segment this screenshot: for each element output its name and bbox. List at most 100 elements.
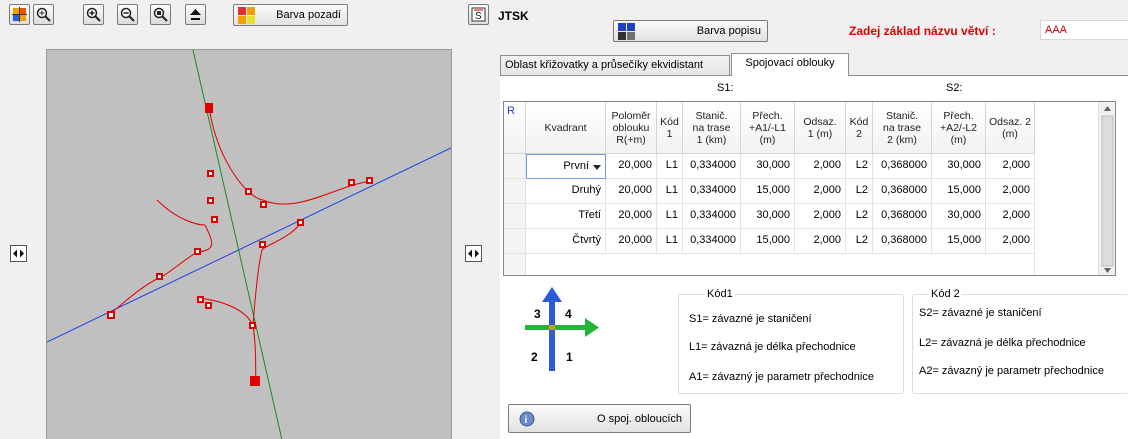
cell-odsaz2[interactable]: 2,000 bbox=[986, 204, 1035, 229]
cell-stanic2[interactable]: 0,368000 bbox=[873, 154, 932, 179]
pan-up-icon bbox=[190, 9, 201, 20]
cell-kvadrant[interactable]: Třetí bbox=[526, 204, 606, 229]
about-curves-label: O spoj. obloucích bbox=[597, 412, 682, 425]
column-header-prech1[interactable]: Přech. +A1/-L1 (m) bbox=[741, 102, 795, 154]
row-header[interactable] bbox=[504, 179, 526, 204]
cell-kod1[interactable]: L1 bbox=[657, 204, 683, 229]
cell-prech1[interactable]: 30,000 bbox=[741, 204, 795, 229]
zoom-in-icon bbox=[86, 7, 101, 22]
column-header-polomer[interactable]: Poloměr oblouku R(+m) bbox=[606, 102, 657, 154]
curve-marker bbox=[259, 241, 266, 248]
cell-stanic1[interactable]: 0,334000 bbox=[683, 154, 741, 179]
cell-odsaz1[interactable]: 2,000 bbox=[795, 154, 846, 179]
kod1-line-l1: L1= závazná je délka přechodnice bbox=[689, 341, 856, 353]
curve-marker bbox=[348, 179, 355, 186]
cell-polomer[interactable]: 20,000 bbox=[606, 204, 657, 229]
zoom-in-button[interactable] bbox=[83, 4, 104, 25]
cell-prech1[interactable]: 15,000 bbox=[741, 229, 795, 254]
kod2-line-l2: L2= závazná je délka přechodnice bbox=[919, 337, 1086, 349]
branch-name-input[interactable]: AAA bbox=[1040, 20, 1128, 40]
snap-button[interactable] bbox=[9, 4, 30, 25]
cell-kod1[interactable]: L1 bbox=[657, 229, 683, 254]
cell-stanic1[interactable]: 0,334000 bbox=[683, 179, 741, 204]
curve-marker bbox=[249, 322, 256, 329]
barva-popisu-label: Barva popisu bbox=[696, 25, 761, 37]
pan-left-icon bbox=[13, 249, 24, 258]
cell-prech2[interactable]: 15,000 bbox=[932, 229, 986, 254]
column-header-kvadrant[interactable]: Kvadrant bbox=[526, 102, 606, 154]
barva-pozadi-label: Barva pozadí bbox=[276, 9, 341, 21]
barva-popisu-button[interactable]: Barva popisu bbox=[613, 20, 768, 42]
cell-kod2[interactable]: L2 bbox=[846, 154, 873, 179]
quadrant-dropdown[interactable]: První bbox=[526, 154, 606, 179]
s2-group-header: S2: bbox=[946, 82, 963, 94]
row-header[interactable] bbox=[504, 204, 526, 229]
cell-stanic2[interactable]: 0,368000 bbox=[873, 229, 932, 254]
about-curves-button[interactable]: i O spoj. obloucích bbox=[508, 404, 691, 433]
curve-arc bbox=[196, 297, 257, 382]
column-header-kod1[interactable]: Kód 1 bbox=[657, 102, 683, 154]
cell-stanic2[interactable]: 0,368000 bbox=[873, 179, 932, 204]
cell-stanic1[interactable]: 0,334000 bbox=[683, 229, 741, 254]
cell-stanic1[interactable]: 0,334000 bbox=[683, 204, 741, 229]
cell-prech1[interactable]: 15,000 bbox=[741, 179, 795, 204]
tab-spojovaci-oblouky[interactable]: Spojovací oblouky bbox=[731, 53, 849, 76]
arrow-up-icon bbox=[542, 287, 562, 302]
zoom-all-button[interactable] bbox=[150, 4, 171, 25]
cell-kod2[interactable]: L2 bbox=[846, 204, 873, 229]
new-row[interactable] bbox=[526, 254, 1035, 275]
curve-arc bbox=[158, 224, 213, 279]
label-color-icon bbox=[618, 22, 635, 40]
branch-prompt-label: Zadej základ názvu větví : bbox=[849, 24, 996, 38]
curve-marker bbox=[260, 201, 267, 208]
column-header-stanic1[interactable]: Stanič. na trase 1 (km) bbox=[683, 102, 741, 154]
connection-curves-table[interactable]: R Kvadrant Poloměr oblouku R(+m) Kód 1 Stan… bbox=[503, 101, 1116, 276]
kod1-title: Kód1 bbox=[705, 288, 735, 300]
svg-text:S: S bbox=[475, 11, 482, 22]
column-header-odsaz1[interactable]: Odsaz. 1 (m) bbox=[795, 102, 846, 154]
cell-kod1[interactable]: L1 bbox=[657, 179, 683, 204]
drawing-canvas[interactable] bbox=[46, 49, 452, 439]
kod1-legend-group: Kód1 S1= závazné je staničení L1= závazn… bbox=[678, 288, 904, 394]
cell-kod1[interactable]: L1 bbox=[657, 154, 683, 179]
curve-marker bbox=[156, 273, 163, 280]
cell-odsaz2[interactable]: 2,000 bbox=[986, 229, 1035, 254]
pan-left-button[interactable] bbox=[10, 245, 27, 262]
zoom-window-button[interactable] bbox=[33, 4, 54, 25]
barva-pozadi-button[interactable]: Barva pozadí bbox=[233, 4, 348, 26]
cell-prech1[interactable]: 30,000 bbox=[741, 154, 795, 179]
s1-group-header: S1: bbox=[717, 82, 734, 94]
cell-polomer[interactable]: 20,000 bbox=[606, 229, 657, 254]
curve-marker bbox=[197, 296, 204, 303]
new-row-header[interactable] bbox=[504, 254, 526, 275]
cell-kvadrant[interactable]: Čtvrtý bbox=[526, 229, 606, 254]
chevron-down-icon[interactable] bbox=[593, 165, 601, 170]
column-header-kod2[interactable]: Kód 2 bbox=[846, 102, 873, 154]
cell-kvadrant[interactable]: Druhý bbox=[526, 179, 606, 204]
pan-up-button[interactable] bbox=[185, 4, 206, 25]
row-header[interactable] bbox=[504, 229, 526, 254]
cell-polomer[interactable]: 20,000 bbox=[606, 179, 657, 204]
zoom-out-button[interactable] bbox=[117, 4, 138, 25]
tab-oblast-krizovatky[interactable]: Oblast křižovatky a průsečíky ekvidistan… bbox=[500, 55, 730, 75]
cell-prech2[interactable]: 15,000 bbox=[932, 179, 986, 204]
column-header-odsaz2[interactable]: Odsaz. 2 (m) bbox=[986, 102, 1035, 154]
cell-odsaz2[interactable]: 2,000 bbox=[986, 179, 1035, 204]
cell-odsaz1[interactable]: 2,000 bbox=[795, 229, 846, 254]
cell-polomer[interactable]: 20,000 bbox=[606, 154, 657, 179]
cell-odsaz1[interactable]: 2,000 bbox=[795, 204, 846, 229]
curve-marker bbox=[205, 302, 212, 309]
column-header-prech2[interactable]: Přech. +A2/-L2 (m) bbox=[932, 102, 986, 154]
vertical-scrollbar[interactable] bbox=[1098, 102, 1115, 275]
cell-stanic2[interactable]: 0,368000 bbox=[873, 204, 932, 229]
cell-odsaz1[interactable]: 2,000 bbox=[795, 179, 846, 204]
cell-odsaz2[interactable]: 2,000 bbox=[986, 154, 1035, 179]
cell-kod2[interactable]: L2 bbox=[846, 229, 873, 254]
cell-prech2[interactable]: 30,000 bbox=[932, 204, 986, 229]
coordinate-system-button[interactable]: S bbox=[468, 4, 489, 25]
cell-prech2[interactable]: 30,000 bbox=[932, 154, 986, 179]
column-header-stanic2[interactable]: Stanič. na trase 2 (km) bbox=[873, 102, 932, 154]
pan-right-button[interactable] bbox=[465, 245, 482, 262]
cell-kod2[interactable]: L2 bbox=[846, 179, 873, 204]
row-header[interactable] bbox=[504, 154, 526, 179]
